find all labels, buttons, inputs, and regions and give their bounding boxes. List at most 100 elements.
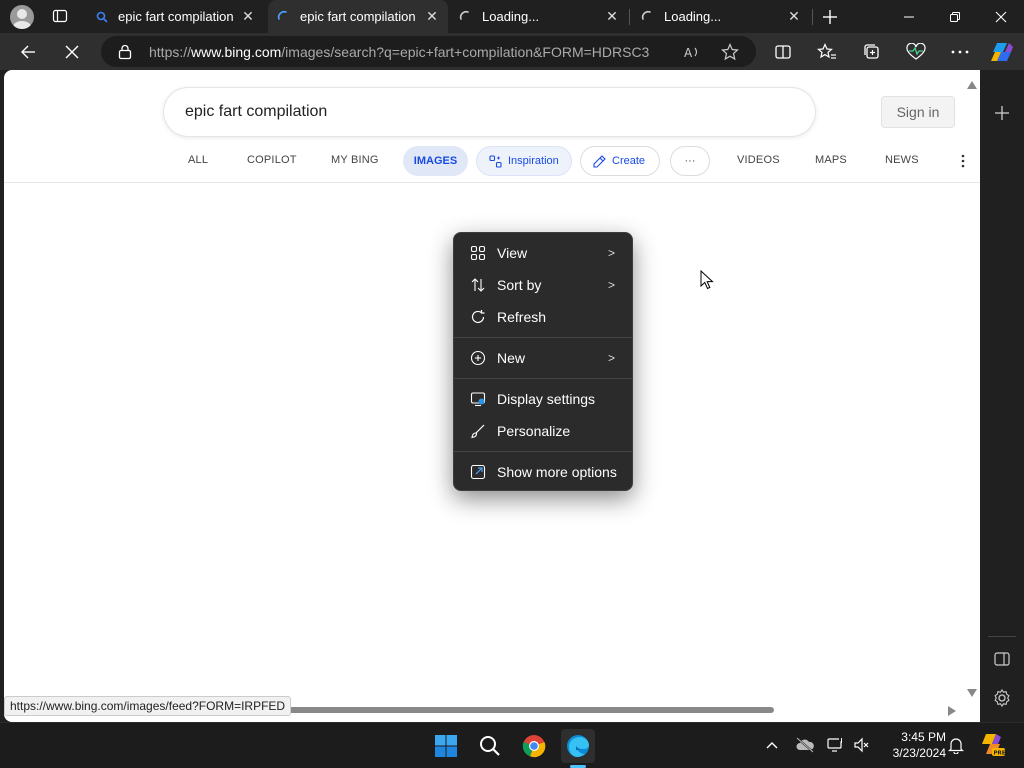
nav-copilot[interactable]: COPILOT [247,154,297,166]
chevron-right-icon: > [608,278,616,292]
sign-in-button[interactable]: Sign in [881,96,955,128]
menu-item-label: Display settings [497,391,596,407]
lock-icon[interactable] [118,44,132,60]
tab-title: Loading... [482,9,540,24]
tab-strip: epic fart compilation ✕ epic fart compil… [0,0,1024,33]
close-icon[interactable]: ✕ [604,8,620,25]
url-host: www.bing.com [191,44,282,60]
address-bar[interactable]: https://www.bing.com/images/search?q=epi… [101,36,756,67]
sort-icon [470,277,486,293]
add-sidebar-app-icon[interactable] [993,104,1011,122]
menu-item-label: View [497,245,528,261]
menu-item-label: Refresh [497,309,547,325]
split-screen-icon[interactable] [767,36,799,68]
menu-item-personalize[interactable]: Personalize [458,416,628,446]
search-icon [94,9,110,25]
system-clock[interactable]: 3:45 PM 3/23/2024 [880,729,946,761]
menu-item-refresh[interactable]: Refresh [458,302,628,332]
tab-4[interactable]: Loading... ✕ [632,0,810,33]
menu-item-view[interactable]: View > [458,238,628,268]
new-tab-icon[interactable] [820,7,840,27]
tab-title: epic fart compilation [118,9,234,24]
horizontal-scrollbar[interactable] [280,707,774,713]
open-icon [470,464,486,480]
scroll-up-icon[interactable] [967,76,977,89]
more-dots-icon: ··· [684,155,696,167]
plus-circle-icon [470,350,486,366]
favorite-star-icon[interactable] [721,43,739,61]
edge-sidebar [980,70,1024,722]
refresh-icon [470,309,486,325]
svg-text:A: A [684,46,693,60]
nav-all[interactable]: ALL [188,154,208,166]
hide-sidebar-icon[interactable] [993,650,1011,668]
nav-inspiration[interactable]: Inspiration [476,146,572,176]
brush-icon [470,423,486,439]
close-icon[interactable]: ✕ [240,8,256,25]
network-icon[interactable] [827,737,845,753]
svg-text:PRE: PRE [994,751,1006,757]
menu-separator [454,378,632,379]
taskbar-search-icon[interactable] [473,729,507,763]
search-input[interactable]: epic fart compilation [164,88,815,136]
tab-actions-icon[interactable] [52,8,68,24]
restore-icon[interactable] [932,0,978,33]
inspiration-icon [489,154,502,168]
tab-title: Loading... [664,9,722,24]
url-scheme: https:// [149,44,192,60]
nav-create[interactable]: Create [580,146,660,176]
menu-item-label: Show more options [497,464,617,480]
edge-taskbar-icon[interactable] [561,729,595,763]
settings-more-icon[interactable] [944,36,976,68]
volume-muted-icon[interactable] [853,737,871,753]
tab-separator [629,9,630,25]
back-icon[interactable] [12,36,44,68]
copilot-icon[interactable] [986,36,1018,68]
nav-maps[interactable]: MAPS [815,154,847,166]
tab-1[interactable]: epic fart compilation ✕ [86,0,264,33]
tab-3[interactable]: Loading... ✕ [450,0,628,33]
show-hidden-icons-icon[interactable] [766,739,778,751]
nav-images[interactable]: IMAGES [403,146,468,176]
nav-images-label: IMAGES [413,155,458,167]
close-window-icon[interactable] [978,0,1024,33]
menu-item-label: Sort by [497,277,542,293]
url-path: /images/search?q=epic+fart+compilation&F… [281,44,650,60]
profile-avatar[interactable] [10,5,34,29]
nav-my-bing[interactable]: MY BING [331,154,379,166]
browser-essentials-icon[interactable] [900,36,932,68]
close-icon[interactable]: ✕ [786,8,802,25]
windows-start-icon[interactable] [429,729,463,763]
close-icon[interactable]: ✕ [424,8,440,25]
mouse-cursor-icon [700,269,714,290]
url-text: https://www.bing.com/images/search?q=epi… [149,44,649,60]
copilot-preview-icon[interactable]: PRE [978,731,1006,759]
menu-item-sort-by[interactable]: Sort by > [458,270,628,300]
menu-separator [454,451,632,452]
chevron-right-icon: > [608,351,616,365]
desktop-context-menu: View > Sort by > Refresh New > Display s… [453,232,633,491]
nav-more-button[interactable]: ··· [670,146,710,176]
onedrive-offline-icon[interactable] [795,737,815,753]
loading-spinner-icon [276,9,292,25]
nav-videos[interactable]: VIDEOS [737,154,780,166]
nav-create-label: Create [612,155,646,167]
menu-item-display-settings[interactable]: Display settings [458,384,628,414]
notification-bell-icon[interactable] [948,736,964,755]
menu-item-new[interactable]: New > [458,343,628,373]
favorites-icon[interactable] [811,36,843,68]
stop-loading-icon[interactable] [56,36,88,68]
create-icon [593,154,606,168]
menu-item-show-more-options[interactable]: Show more options [458,457,628,487]
read-aloud-icon[interactable]: A [683,43,701,61]
minimize-icon[interactable] [886,0,932,33]
status-bar-url: https://www.bing.com/images/feed?FORM=IR… [4,696,292,716]
scroll-down-icon[interactable] [967,684,977,697]
scroll-right-icon[interactable] [948,703,956,716]
sidebar-settings-icon[interactable] [992,688,1012,708]
chrome-icon[interactable] [517,729,551,763]
nav-news[interactable]: NEWS [885,154,919,166]
tab-2[interactable]: epic fart compilation ✕ [268,0,448,33]
kebab-menu-icon[interactable] [960,154,966,168]
collections-icon[interactable] [856,36,888,68]
